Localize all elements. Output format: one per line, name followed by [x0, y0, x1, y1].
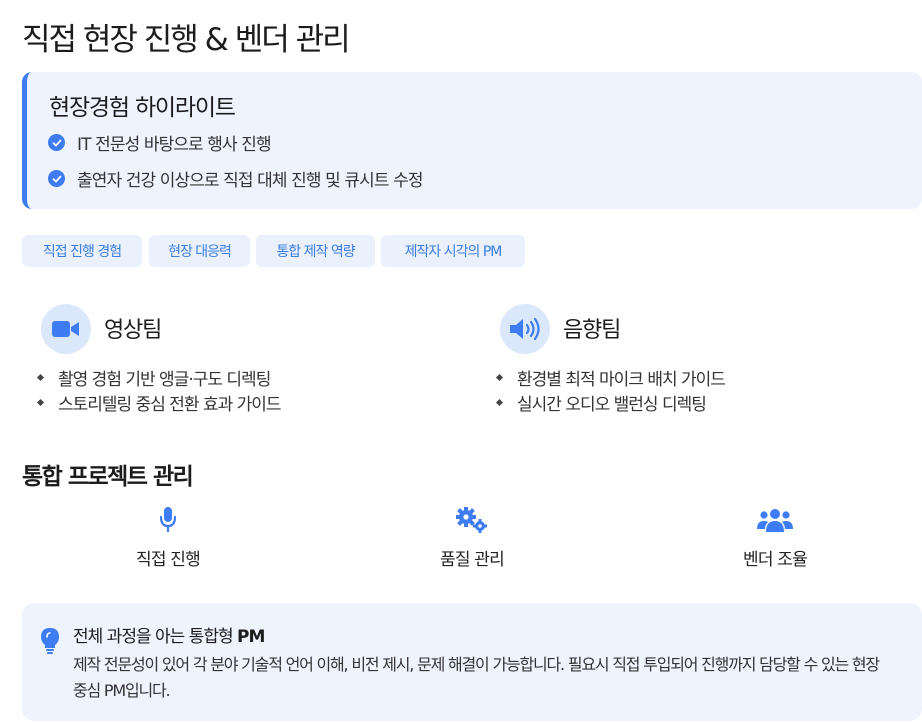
- tag-production-capability: 통합 제작 역량: [256, 235, 375, 267]
- gears-icon: [452, 505, 492, 535]
- pm-item-direct-label: 직접 진행: [136, 550, 201, 570]
- tag-direct-experience: 직접 진행 경험: [22, 235, 142, 267]
- bullet-diamond: [495, 398, 504, 407]
- tip-title: 전체 과정을 아는 통합형 PM: [73, 622, 265, 647]
- tip-panel: 전체 과정을 아는 통합형 PM 제작 전문성이 있어 각 분야 기술적 언어 …: [22, 603, 922, 721]
- highlight-item: IT 전문성 바탕으로 행사 진행: [48, 130, 272, 155]
- highlight-item: 출연자 건강 이상으로 직접 대체 진행 및 큐시트 수정: [48, 166, 423, 191]
- video-team-bullet: 촬영 경험 기반 앵글·구도 디렉팅: [36, 365, 271, 390]
- highlight-item-text: IT 전문성 바탕으로 행사 진행: [77, 135, 272, 155]
- tag-field-response: 현장 대응력: [149, 235, 250, 267]
- audio-team-title: 음향팀: [563, 318, 621, 343]
- tip-title-bold: PM: [237, 627, 265, 647]
- audio-team-bullet: 환경별 최적 마이크 배치 가이드: [495, 365, 726, 390]
- check-circle-icon: [48, 170, 65, 187]
- bullet-diamond: [36, 398, 45, 407]
- video-team-title: 영상팀: [104, 318, 162, 343]
- microphone-icon: [148, 505, 188, 535]
- audio-team-bullet: 실시간 오디오 밸런싱 디렉팅: [495, 390, 707, 415]
- tip-title-text: 전체 과정을 아는 통합형: [73, 627, 238, 647]
- bullet-text: 촬영 경험 기반 앵글·구도 디렉팅: [58, 370, 271, 390]
- highlight-panel: 현장경험 하이라이트 IT 전문성 바탕으로 행사 진행 출연자 건강 이상으로…: [22, 72, 922, 209]
- video-camera-icon: [41, 304, 91, 354]
- bullet-diamond: [36, 373, 45, 382]
- users-icon: [755, 505, 795, 535]
- check-circle-icon: [48, 134, 65, 151]
- pm-item-quality-label: 품질 관리: [440, 550, 505, 570]
- page-title: 직접 현장 진행 & 벤더 관리: [22, 22, 351, 58]
- tag-producer-pm: 제작자 시각의 PM: [381, 235, 525, 267]
- bullet-text: 환경별 최적 마이크 배치 가이드: [517, 370, 726, 390]
- speaker-volume-icon: [500, 304, 550, 354]
- highlight-item-text: 출연자 건강 이상으로 직접 대체 진행 및 큐시트 수정: [77, 171, 423, 191]
- bullet-text: 스토리텔링 중심 전환 효과 가이드: [58, 395, 282, 415]
- bullet-text: 실시간 오디오 밸런싱 디렉팅: [517, 395, 707, 415]
- highlight-title: 현장경험 하이라이트: [49, 95, 236, 121]
- bullet-diamond: [495, 373, 504, 382]
- lightbulb-icon: [40, 627, 60, 659]
- section-title: 통합 프로젝트 관리: [22, 464, 194, 490]
- page: 직접 현장 진행 & 벤더 관리 현장경험 하이라이트 IT 전문성 바탕으로 …: [0, 0, 922, 723]
- pm-item-vendor-label: 벤더 조율: [743, 550, 808, 570]
- video-team-bullet: 스토리텔링 중심 전환 효과 가이드: [36, 390, 282, 415]
- tip-body: 제작 전문성이 있어 각 분야 기술적 언어 이해, 비전 제시, 문제 해결이…: [73, 655, 880, 700]
